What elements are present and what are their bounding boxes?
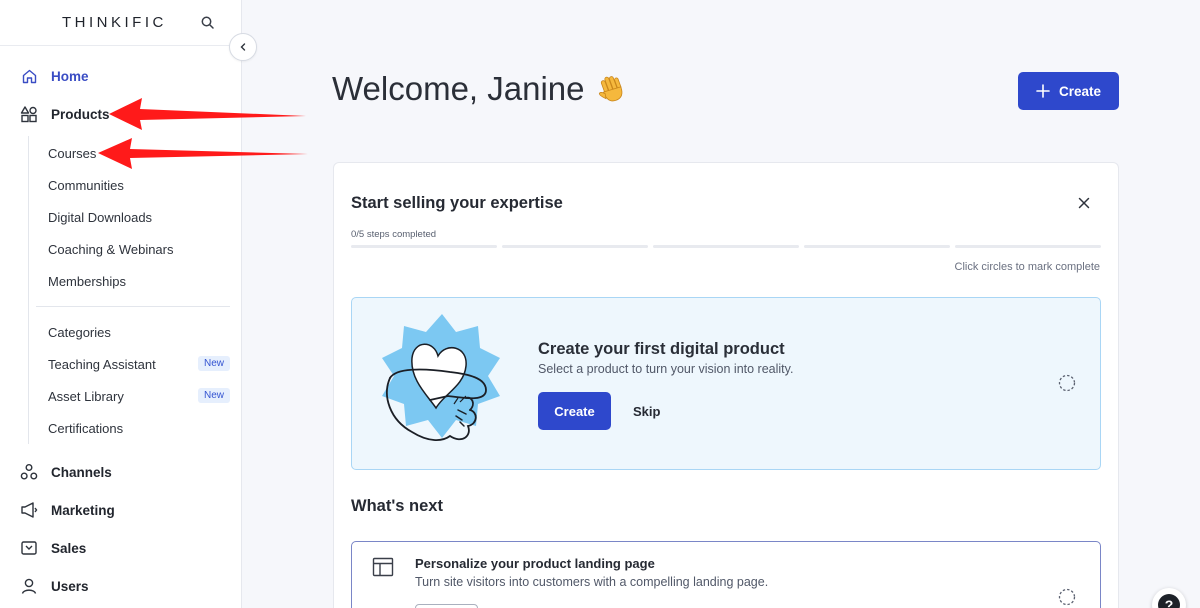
sidebar-item-label: Marketing: [51, 502, 115, 518]
mark-complete-hint: Click circles to mark complete: [954, 261, 1100, 273]
sidebar-subitem-label: Categories: [48, 324, 111, 340]
mark-complete-circle-icon[interactable]: [1058, 374, 1076, 392]
help-button[interactable]: ?: [1152, 588, 1186, 608]
home-icon: [20, 67, 38, 85]
sidebar-subitem-label: Memberships: [48, 273, 127, 289]
progress-segment: [653, 245, 799, 248]
mark-complete-circle-icon[interactable]: [1058, 588, 1076, 606]
sidebar-item-products[interactable]: Products: [0, 97, 242, 131]
sidebar-subitem-communities[interactable]: Communities: [48, 173, 230, 197]
shapes-icon: [20, 105, 38, 123]
layout-icon: [372, 557, 394, 577]
steps-completed: 0/5 steps completed: [351, 229, 437, 240]
task-create-product: Create your first digital product Select…: [351, 297, 1101, 470]
sidebar-subitem-label: Courses: [48, 145, 97, 161]
sidebar-subitem-label: Digital Downloads: [48, 209, 153, 225]
sidebar-subitem-label: Asset Library: [48, 388, 124, 404]
close-icon[interactable]: [1076, 195, 1092, 211]
heart-hand-illustration: [382, 314, 500, 441]
whats-next-heading: What's next: [351, 497, 443, 515]
chevron-left-icon: [240, 43, 246, 51]
progress-segment: [502, 245, 648, 248]
help-icon: ?: [1158, 594, 1180, 608]
collapse-sidebar-button[interactable]: [229, 33, 257, 61]
new-badge: New: [197, 388, 230, 403]
task-create-button[interactable]: Create: [538, 392, 611, 430]
sidebar-subitem-label: Coaching & Webinars: [48, 241, 174, 257]
sidebar-subitem-label: Communities: [48, 177, 124, 193]
steps-progress: [351, 245, 1101, 248]
sidebar-subitem-teaching-assistant[interactable]: Teaching Assistant New: [48, 352, 230, 376]
sidebar-item-users[interactable]: Users: [0, 569, 242, 603]
sidebar-subitem-label: Teaching Assistant: [48, 356, 156, 372]
onboarding-card: Start selling your expertise 0/5 steps c…: [333, 162, 1119, 608]
onboarding-title: Start selling your expertise: [351, 194, 563, 212]
task-skip-button[interactable]: Skip: [633, 392, 660, 430]
submenu-rail: [28, 136, 29, 444]
brand-logo[interactable]: THINKIFIC: [62, 14, 167, 31]
sidebar: THINKIFIC Home Products Courses Communit…: [0, 0, 242, 608]
sidebar-subitem-label: Certifications: [48, 420, 124, 436]
create-button[interactable]: Create: [1018, 72, 1119, 110]
sidebar-subitem-coaching-webinars[interactable]: Coaching & Webinars: [48, 237, 230, 261]
user-icon: [20, 577, 38, 595]
next-item-description: Turn site visitors into customers with a…: [415, 575, 769, 589]
progress-segment: [955, 245, 1101, 248]
sidebar-item-label: Channels: [51, 464, 112, 480]
waving-hand-icon: [598, 76, 622, 102]
sidebar-item-label: Products: [51, 106, 110, 122]
sidebar-subitem-memberships[interactable]: Memberships: [48, 269, 230, 293]
sidebar-item-label: Sales: [51, 540, 87, 556]
sidebar-item-channels[interactable]: Channels: [0, 455, 242, 489]
sidebar-item-sales[interactable]: Sales: [0, 531, 242, 565]
task-title: Create your first digital product: [538, 340, 785, 358]
create-button-label: Create: [1058, 83, 1102, 99]
sidebar-subitem-categories[interactable]: Categories: [48, 320, 230, 344]
submenu-divider: [36, 306, 230, 307]
progress-segment: [351, 245, 497, 248]
next-item-title: Personalize your product landing page: [415, 556, 655, 571]
sidebar-item-label: Home: [51, 68, 89, 84]
sidebar-item-home[interactable]: Home: [0, 59, 242, 93]
next-item-landing-page[interactable]: Personalize your product landing page Tu…: [351, 541, 1101, 608]
sidebar-subitem-digital-downloads[interactable]: Digital Downloads: [48, 205, 230, 229]
new-badge: New: [197, 356, 230, 371]
progress-segment: [804, 245, 950, 248]
plus-icon: [1036, 84, 1050, 98]
sidebar-subitem-asset-library[interactable]: Asset Library New: [48, 384, 230, 408]
task-description: Select a product to turn your vision int…: [538, 362, 794, 376]
sidebar-subitem-courses[interactable]: Courses: [48, 141, 230, 165]
sales-icon: [20, 539, 38, 557]
next-item-action-button[interactable]: [415, 604, 478, 608]
sidebar-item-label: Users: [51, 578, 89, 594]
welcome-text: Welcome, Janine: [332, 70, 585, 107]
sidebar-subitem-certifications[interactable]: Certifications: [48, 416, 230, 440]
sidebar-item-marketing[interactable]: Marketing: [0, 493, 242, 527]
megaphone-icon: [20, 501, 38, 519]
search-icon[interactable]: [200, 15, 216, 31]
page-title: Welcome, Janine: [332, 70, 629, 108]
channels-icon: [20, 463, 38, 481]
